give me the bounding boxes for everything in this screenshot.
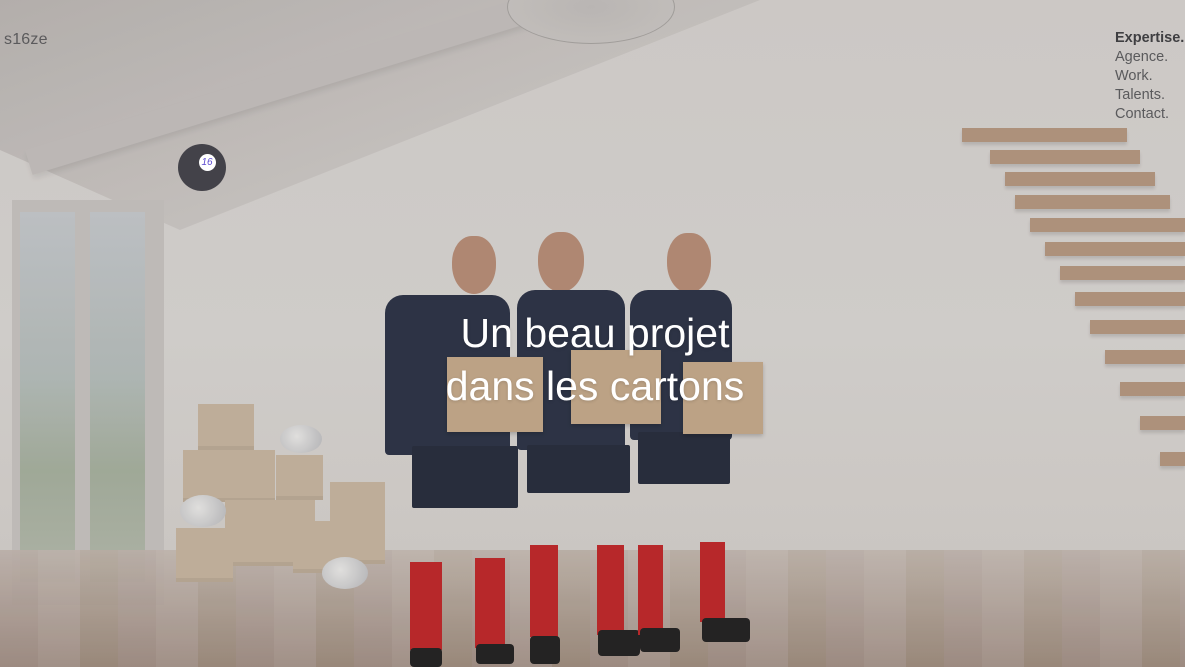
hero-headline-line2: dans les cartons bbox=[445, 363, 745, 409]
cursor-badge[interactable]: 16 bbox=[178, 144, 226, 191]
hero-headline-line1: Un beau projet bbox=[460, 310, 730, 356]
hero-headline: Un beau projet dans les cartons bbox=[380, 307, 810, 413]
nav-item-expertise[interactable]: Expertise. bbox=[1115, 29, 1184, 48]
badge-logo-icon: 16 bbox=[198, 154, 216, 171]
nav-item-work[interactable]: Work. bbox=[1115, 67, 1184, 86]
site-logo[interactable]: s16ze bbox=[4, 31, 48, 49]
nav-item-talents[interactable]: Talents. bbox=[1115, 86, 1184, 105]
nav-item-contact[interactable]: Contact. bbox=[1115, 105, 1184, 124]
nav-item-agence[interactable]: Agence. bbox=[1115, 48, 1184, 67]
main-nav: Expertise. Agence. Work. Talents. Contac… bbox=[1115, 29, 1184, 124]
